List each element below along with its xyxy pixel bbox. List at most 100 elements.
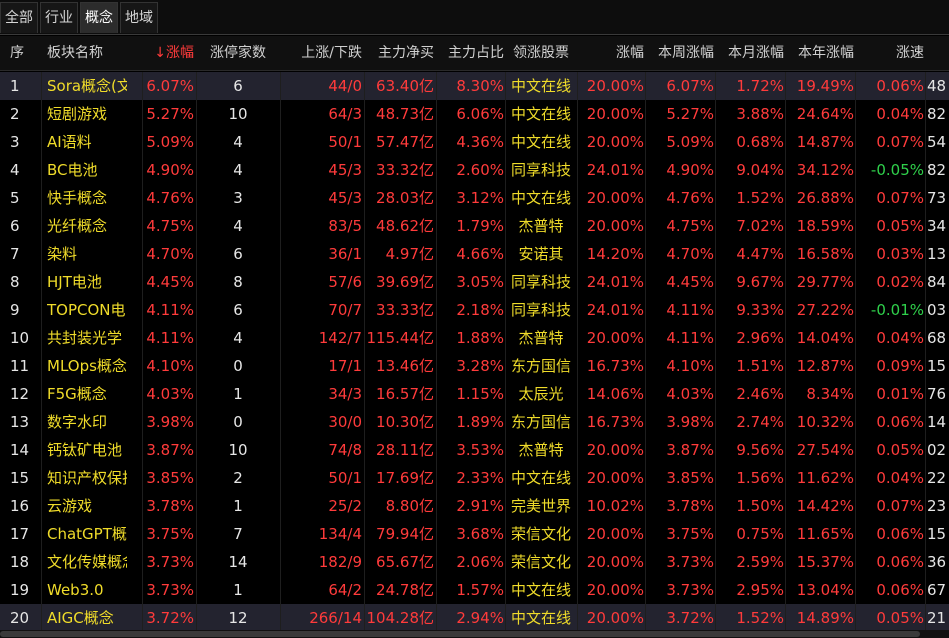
cell-name: 云游戏 — [47, 497, 93, 515]
cell-updown: 17/1 — [328, 357, 362, 375]
tab-1[interactable]: 行业 — [40, 2, 78, 33]
cell-limit-up: 2 — [233, 469, 243, 487]
col-header-change-pct[interactable]: ↓涨幅 — [130, 36, 194, 70]
cell-year: 11.65% — [796, 525, 854, 543]
cell-main-ratio: 1.15% — [456, 385, 504, 403]
cell-pct: 4.03% — [146, 385, 194, 403]
cell-leader: 东方国信 — [510, 357, 571, 375]
col-header-leading-stock[interactable]: 领涨股票 — [506, 36, 576, 70]
cell-limit-up: 1 — [233, 581, 243, 599]
cell-main-ratio: 2.18% — [456, 301, 504, 319]
cell-speed: 0.07% — [876, 189, 924, 207]
cell-tail: 73 — [927, 189, 947, 207]
cell-limit-up: 1 — [233, 385, 243, 403]
cell-pct: 4.76% — [146, 189, 194, 207]
cell-speed: 0.01% — [876, 385, 924, 403]
tab-0[interactable]: 全部 — [0, 2, 38, 33]
cell-week: 3.73% — [666, 553, 714, 571]
cell-updown: 25/2 — [328, 497, 362, 515]
cell-week: 3.72% — [666, 609, 714, 627]
cell-updown: 83/5 — [328, 217, 362, 235]
cell-updown: 50/1 — [328, 469, 362, 487]
cell-pct: 5.27% — [146, 105, 194, 123]
cell-name: 数字水印 — [47, 413, 108, 431]
cell-speed: 0.06% — [876, 77, 924, 95]
cell-leader: 杰普特 — [518, 217, 564, 235]
cell-main-net: 48.73亿 — [376, 105, 434, 123]
cell-month: 2.74% — [736, 413, 784, 431]
cell-month: 1.56% — [736, 469, 784, 487]
cell-name: HJT电池 — [47, 273, 102, 291]
table-header: 序 板块名称 ↓涨幅 涨停家数 上涨/下跌 主力净买 主力占比 领涨股票 涨幅 … — [0, 36, 949, 71]
cell-pct: 4.75% — [146, 217, 194, 235]
cell-leader-pct: 16.73% — [586, 357, 644, 375]
cell-year: 11.62% — [796, 469, 854, 487]
scrollbar-thumb[interactable] — [0, 631, 920, 637]
cell-updown: 36/1 — [328, 245, 362, 263]
cell-main-ratio: 1.79% — [456, 217, 504, 235]
cell-idx: 7 — [10, 245, 20, 263]
cell-main-net: 17.69亿 — [376, 469, 434, 487]
cell-month: 9.56% — [736, 441, 784, 459]
cell-pct: 3.75% — [146, 525, 194, 543]
cell-leader-pct: 20.00% — [586, 133, 644, 151]
cell-month: 1.52% — [736, 189, 784, 207]
cell-idx: 9 — [10, 301, 20, 319]
cell-limit-up: 6 — [233, 245, 243, 263]
cell-speed: 0.09% — [876, 357, 924, 375]
cell-month: 2.95% — [736, 581, 784, 599]
cell-tail: 76 — [927, 385, 947, 403]
cell-updown: 57/6 — [328, 273, 362, 291]
cell-tail: 34 — [927, 217, 947, 235]
col-header-main-net-buy[interactable]: 主力净买 — [366, 36, 434, 70]
cell-year: 26.88% — [796, 189, 854, 207]
horizontal-scrollbar[interactable] — [0, 630, 949, 638]
cell-leader-pct: 16.73% — [586, 413, 644, 431]
cell-year: 14.89% — [796, 609, 854, 627]
cell-leader-pct: 20.00% — [586, 441, 644, 459]
cell-updown: 30/0 — [328, 413, 362, 431]
cell-leader: 太辰光 — [518, 385, 564, 403]
cell-year: 14.87% — [796, 133, 854, 151]
col-header-limit-up-count[interactable]: 涨停家数 — [198, 36, 278, 70]
cell-limit-up: 6 — [233, 301, 243, 319]
cell-name: BC电池 — [47, 161, 98, 179]
cell-main-ratio: 2.94% — [456, 609, 504, 627]
cell-speed: 0.02% — [876, 273, 924, 291]
cell-tail: 82 — [927, 161, 947, 179]
cell-week: 3.87% — [666, 441, 714, 459]
cell-tail: 54 — [927, 133, 947, 151]
tab-2[interactable]: 概念 — [80, 2, 118, 33]
cell-updown: 50/1 — [328, 133, 362, 151]
cell-leader-pct: 20.00% — [586, 609, 644, 627]
cell-name: AI语料 — [47, 133, 92, 151]
cell-year: 29.77% — [796, 273, 854, 291]
cell-name: 文化传媒概念 — [47, 553, 127, 571]
col-header-year-change[interactable]: 本年涨幅 — [786, 36, 854, 70]
cell-leader-pct: 14.06% — [586, 385, 644, 403]
cell-main-net: 63.40亿 — [376, 77, 434, 95]
cell-main-net: 57.47亿 — [376, 133, 434, 151]
cell-week: 4.70% — [666, 245, 714, 263]
cell-main-net: 16.57亿 — [376, 385, 434, 403]
cell-main-ratio: 3.05% — [456, 273, 504, 291]
tab-3[interactable]: 地域 — [120, 2, 158, 33]
cell-main-ratio: 8.30% — [456, 77, 504, 95]
col-header-month-change[interactable]: 本月涨幅 — [716, 36, 784, 70]
cell-updown: 64/2 — [328, 581, 362, 599]
cell-main-net: 48.62亿 — [376, 217, 434, 235]
col-header-main-ratio[interactable]: 主力占比 — [438, 36, 504, 70]
cell-limit-up: 4 — [233, 161, 243, 179]
col-header-speed[interactable]: 涨速 — [856, 36, 924, 70]
cell-limit-up: 0 — [233, 413, 243, 431]
cell-main-ratio: 2.91% — [456, 497, 504, 515]
col-header-leader-change[interactable]: 涨幅 — [578, 36, 644, 70]
col-header-index: 序 — [10, 45, 24, 61]
col-header-week-change[interactable]: 本周涨幅 — [646, 36, 714, 70]
cell-speed: 0.05% — [876, 217, 924, 235]
cell-month: 2.59% — [736, 553, 784, 571]
col-header-up-down[interactable]: 上涨/下跌 — [282, 36, 362, 70]
col-header-sector-name[interactable]: 板块名称 — [47, 36, 142, 70]
cell-speed: 0.06% — [876, 553, 924, 571]
cell-idx: 13 — [10, 413, 30, 431]
